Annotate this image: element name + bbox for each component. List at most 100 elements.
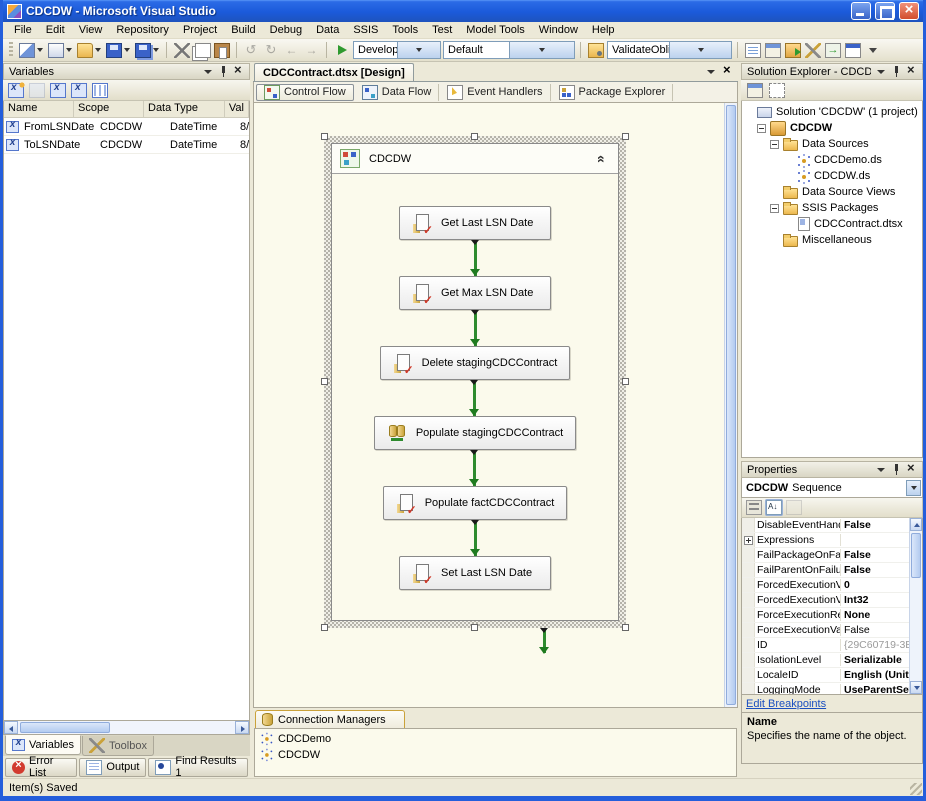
connection-managers-tab[interactable]: Connection Managers bbox=[255, 710, 405, 728]
scroll-down-icon[interactable] bbox=[910, 681, 922, 694]
column-header[interactable]: Scope bbox=[74, 101, 144, 117]
close-icon[interactable] bbox=[906, 463, 919, 476]
selection-handle[interactable] bbox=[471, 133, 478, 140]
toolbar-button[interactable] bbox=[70, 82, 88, 99]
validate-combo[interactable]: ValidateObligation bbox=[607, 41, 732, 59]
bottom-panel-tab[interactable]: Find Results 1 bbox=[148, 758, 248, 777]
precedence-constraint-arrow[interactable] bbox=[474, 240, 477, 276]
document-list-caret-icon[interactable] bbox=[704, 65, 719, 79]
dropdown-caret-icon[interactable] bbox=[906, 480, 921, 496]
dropdown-caret-icon[interactable] bbox=[397, 42, 441, 58]
sequence-container[interactable]: CDCDW Get Last LSN Date bbox=[331, 143, 619, 621]
toolbar-button[interactable] bbox=[823, 41, 842, 60]
menu-item[interactable]: Repository bbox=[109, 23, 176, 37]
property-row[interactable]: Expressions bbox=[742, 533, 909, 548]
sequence-container-header[interactable]: CDCDW bbox=[332, 144, 618, 174]
toolbar-button[interactable] bbox=[767, 81, 786, 100]
property-expander[interactable] bbox=[744, 566, 753, 575]
column-header[interactable]: Name bbox=[4, 101, 74, 117]
tree-expander[interactable] bbox=[770, 236, 779, 245]
tree-expander[interactable] bbox=[770, 204, 779, 213]
selection-handle[interactable] bbox=[622, 378, 629, 385]
selection-handle[interactable] bbox=[471, 624, 478, 631]
connection-manager-item[interactable]: CDCDemo bbox=[259, 731, 732, 746]
resize-grip[interactable] bbox=[910, 783, 922, 795]
toolbar-button[interactable] bbox=[282, 41, 301, 60]
scroll-right-icon[interactable] bbox=[235, 721, 249, 734]
window-menu-icon[interactable] bbox=[874, 65, 887, 78]
menu-item[interactable]: SSIS bbox=[346, 23, 385, 37]
menu-item[interactable]: Debug bbox=[263, 23, 309, 37]
property-row[interactable]: ForcedExecutionV Int32 bbox=[742, 593, 909, 608]
toolbar-button[interactable] bbox=[863, 41, 882, 60]
designer-tab[interactable]: Control Flow bbox=[256, 84, 354, 101]
property-row[interactable]: IsolationLevel Serializable bbox=[742, 653, 909, 668]
toolbar-button[interactable] bbox=[242, 41, 261, 60]
precedence-constraint-arrow[interactable] bbox=[473, 450, 476, 486]
dropdown-caret-icon[interactable] bbox=[509, 42, 575, 58]
selection-handle[interactable] bbox=[321, 133, 328, 140]
property-row[interactable]: FailParentOnFailur False bbox=[742, 563, 909, 578]
toolbar-button[interactable] bbox=[91, 82, 109, 99]
precedence-constraint-arrow[interactable] bbox=[473, 380, 476, 416]
vertical-scrollbar[interactable] bbox=[909, 518, 922, 694]
object-selector-combo[interactable]: CDCDW Sequence bbox=[741, 478, 923, 498]
property-expander[interactable] bbox=[744, 596, 753, 605]
designer-tab[interactable]: Event Handlers bbox=[440, 84, 550, 101]
toolbar-button[interactable] bbox=[745, 81, 764, 100]
menu-item[interactable]: Project bbox=[176, 23, 224, 37]
toolbar-button[interactable] bbox=[765, 499, 783, 516]
maximize-button[interactable] bbox=[875, 2, 895, 20]
property-row[interactable]: DisableEventHand False bbox=[742, 518, 909, 533]
toolbar-button[interactable] bbox=[262, 41, 281, 60]
designer-tab[interactable]: Package Explorer bbox=[552, 84, 674, 101]
selection-handle[interactable] bbox=[321, 378, 328, 385]
toolbar-button[interactable] bbox=[803, 41, 822, 60]
edit-breakpoints-link[interactable]: Edit Breakpoints bbox=[746, 698, 826, 710]
window-menu-icon[interactable] bbox=[874, 463, 887, 476]
column-header[interactable]: Data Type bbox=[144, 101, 225, 117]
toolbar-button[interactable] bbox=[46, 41, 65, 60]
dropdown-caret-icon[interactable] bbox=[669, 42, 731, 58]
scrollbar-thumb[interactable] bbox=[20, 722, 110, 733]
property-row[interactable]: LocaleID English (United State bbox=[742, 668, 909, 683]
property-row[interactable]: ForcedExecutionV 0 bbox=[742, 578, 909, 593]
tree-item[interactable]: Data Source Views bbox=[770, 184, 920, 200]
toolbar-button[interactable] bbox=[104, 41, 123, 60]
bottom-panel-tab[interactable]: Error List bbox=[5, 758, 77, 777]
toolbar-button[interactable] bbox=[192, 41, 211, 60]
close-button[interactable] bbox=[899, 2, 919, 20]
toolbar-button[interactable] bbox=[7, 82, 25, 99]
designer-tab[interactable]: Data Flow bbox=[355, 84, 440, 101]
menu-item[interactable]: Tools bbox=[385, 23, 425, 37]
toolbar-button[interactable] bbox=[302, 41, 321, 60]
tree-item[interactable]: CDCContract.dtsx bbox=[783, 216, 920, 232]
menu-item[interactable]: File bbox=[7, 23, 39, 37]
property-expander[interactable] bbox=[744, 626, 753, 635]
scrollbar-thumb[interactable] bbox=[911, 533, 921, 578]
selection-handle[interactable] bbox=[622, 624, 629, 631]
variables-panel-title[interactable]: Variables bbox=[3, 63, 250, 80]
selection-handle[interactable] bbox=[622, 133, 629, 140]
close-icon[interactable] bbox=[906, 65, 919, 78]
dropdown-caret-icon[interactable] bbox=[66, 48, 72, 52]
property-expander[interactable] bbox=[744, 656, 753, 665]
precedence-constraint-arrow[interactable] bbox=[474, 310, 477, 346]
properties-panel-title[interactable]: Properties bbox=[741, 461, 923, 478]
dropdown-caret-icon[interactable] bbox=[124, 48, 130, 52]
window-menu-icon[interactable] bbox=[201, 65, 214, 78]
menu-item[interactable]: Data bbox=[309, 23, 346, 37]
task[interactable]: Get Max LSN Date bbox=[399, 276, 551, 310]
menu-item[interactable]: Help bbox=[585, 23, 622, 37]
property-expander[interactable] bbox=[744, 671, 753, 680]
precedence-constraint-arrow[interactable] bbox=[474, 520, 477, 556]
auto-hide-pin-icon[interactable] bbox=[890, 463, 903, 476]
horizontal-scrollbar[interactable] bbox=[3, 721, 250, 735]
platform-combo[interactable]: Default bbox=[443, 41, 575, 59]
property-expander[interactable] bbox=[744, 551, 753, 560]
tree-expander[interactable] bbox=[757, 124, 766, 133]
toolbar-button[interactable] bbox=[172, 41, 191, 60]
sequence-container-selection[interactable]: CDCDW Get Last LSN Date bbox=[324, 136, 626, 628]
tree-expander[interactable] bbox=[770, 188, 779, 197]
tree-expander[interactable] bbox=[783, 172, 792, 181]
